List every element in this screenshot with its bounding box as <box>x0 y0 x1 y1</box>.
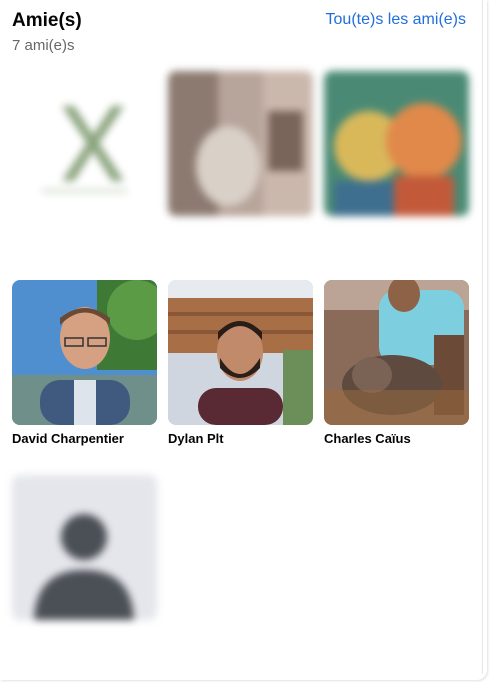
see-all-friends-link[interactable]: Tou(te)s les ami(e)s <box>326 11 466 29</box>
divider <box>482 0 483 674</box>
friend-name[interactable]: Charles Caïus <box>324 431 469 447</box>
default-avatar-icon[interactable] <box>12 475 157 620</box>
friend-name[interactable]: Dylan Plt <box>168 431 313 447</box>
friends-header: Amie(s) 7 ami(e)s Tou(te)s les ami(e)s <box>12 9 473 59</box>
friends-card: Amie(s) 7 ami(e)s Tou(te)s les ami(e)s D… <box>0 0 487 680</box>
friend-photo[interactable] <box>12 280 157 425</box>
friend-photo[interactable] <box>324 280 469 425</box>
friend-tile[interactable]: David Charpentier <box>12 280 157 447</box>
friend-tile[interactable]: Dylan Plt <box>168 280 313 447</box>
friend-photo[interactable] <box>168 280 313 425</box>
x-logo-icon[interactable] <box>12 71 157 216</box>
friend-tile[interactable] <box>12 475 157 626</box>
friend-name[interactable]: David Charpentier <box>12 431 157 447</box>
friend-photo[interactable] <box>324 71 469 216</box>
friend-tile[interactable] <box>324 71 469 222</box>
friend-count: 7 ami(e)s <box>12 37 75 54</box>
friend-photo[interactable] <box>168 71 313 216</box>
friend-tile[interactable]: Charles Caïus <box>324 280 469 447</box>
friend-tile[interactable] <box>168 71 313 222</box>
friend-tile[interactable] <box>12 71 157 222</box>
